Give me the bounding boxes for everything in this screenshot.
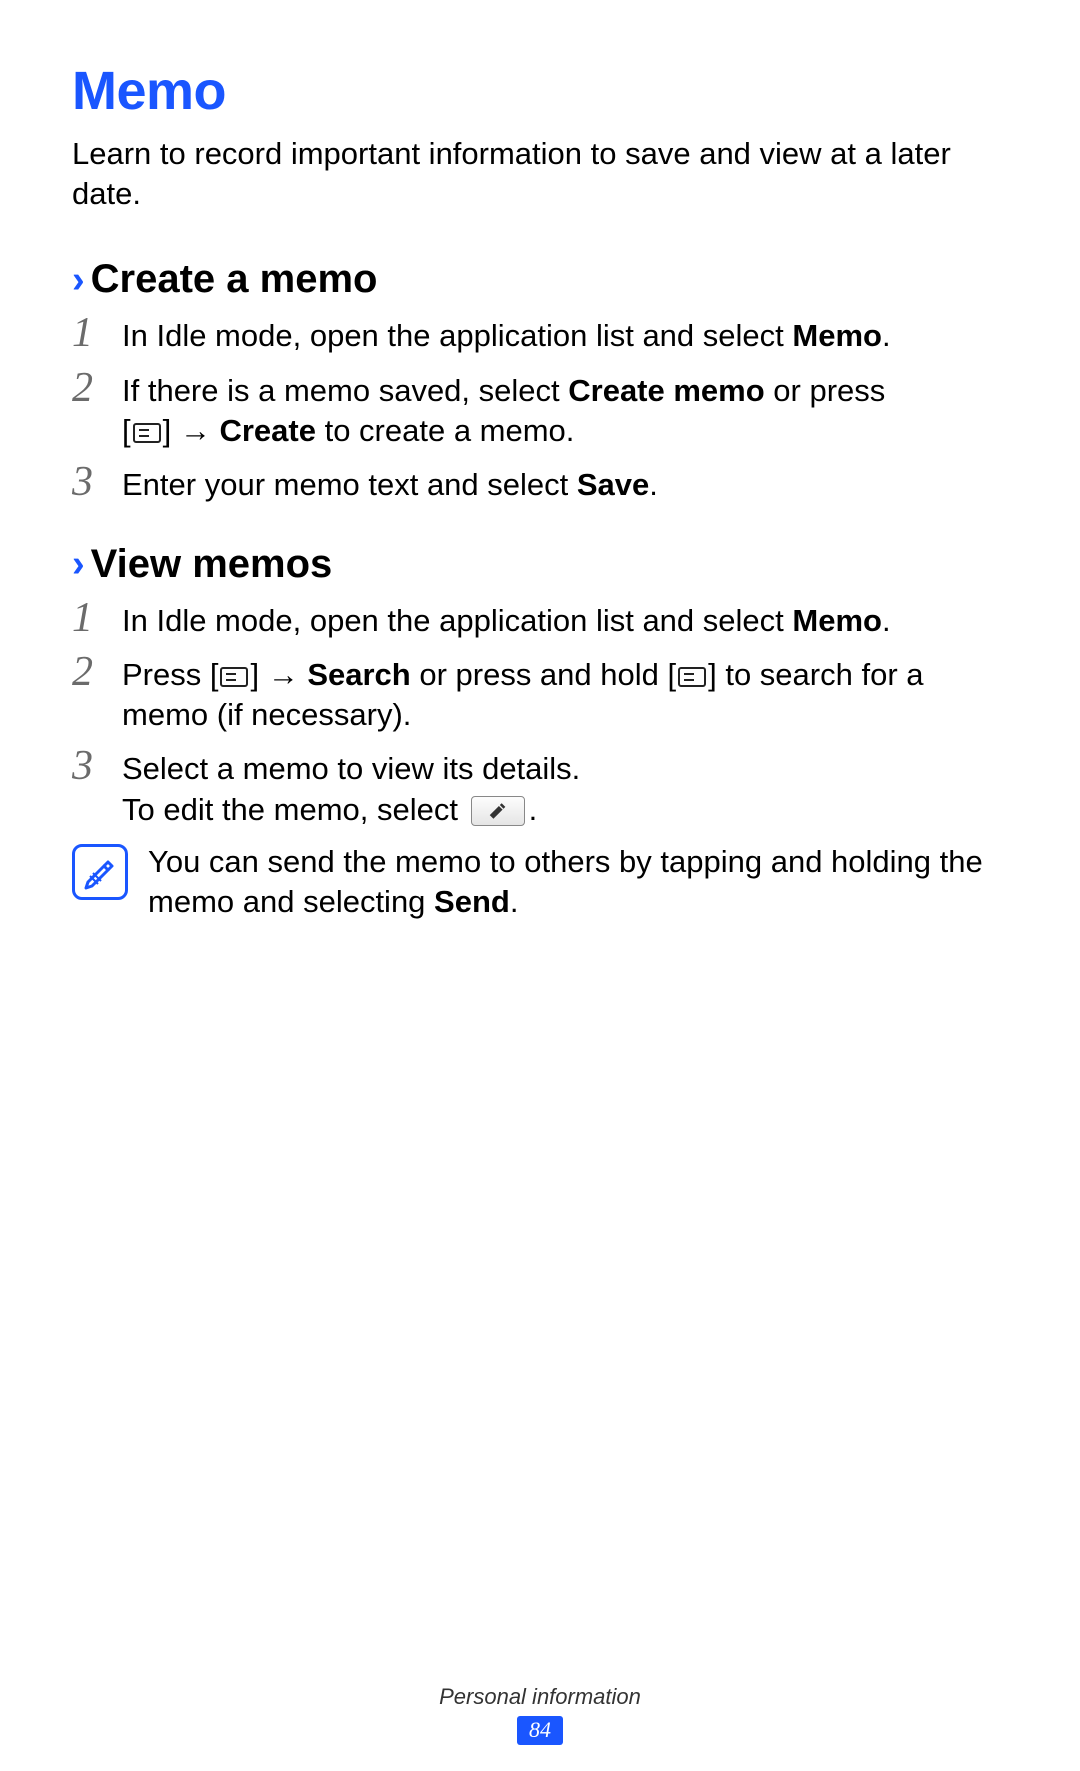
note-text: You can send the memo to others by tappi… — [148, 842, 1008, 923]
step-text: Select a memo to view its details. To ed… — [122, 745, 580, 830]
text-bold: Save — [577, 467, 649, 502]
text-bold: Memo — [792, 603, 882, 638]
menu-icon — [133, 423, 161, 443]
section-heading-create: › Create a memo — [72, 257, 1008, 302]
step-text: If there is a memo saved, select Create … — [122, 367, 885, 452]
page-number: 84 — [517, 1716, 563, 1745]
step-text: Enter your memo text and select Save. — [122, 461, 658, 505]
text: Enter your memo text and select — [122, 467, 577, 502]
step-text: In Idle mode, open the application list … — [122, 312, 891, 356]
step-number: 3 — [72, 461, 104, 503]
manual-page: Memo Learn to record important informati… — [0, 0, 1080, 1771]
page-footer: Personal information 84 — [0, 1684, 1080, 1745]
footer-section-label: Personal information — [0, 1684, 1080, 1710]
text: . — [510, 884, 519, 919]
text: Press [ — [122, 657, 218, 692]
step-number: 2 — [72, 651, 104, 693]
text: ] → — [163, 413, 220, 448]
step-number: 3 — [72, 745, 104, 787]
step-text: Press [] → Search or press and hold [] t… — [122, 651, 1008, 736]
step: 3 Enter your memo text and select Save. — [72, 461, 1008, 505]
section-heading-label: View memos — [91, 542, 333, 587]
step: 2 Press [] → Search or press and hold []… — [72, 651, 1008, 736]
text-bold: Memo — [792, 318, 882, 353]
menu-icon — [678, 667, 706, 687]
text-bold: Create — [219, 413, 316, 448]
edit-icon — [471, 796, 525, 826]
step: 1 In Idle mode, open the application lis… — [72, 597, 1008, 641]
section-heading-view: › View memos — [72, 542, 1008, 587]
text: If there is a memo saved, select — [122, 373, 568, 408]
text: or press — [765, 373, 886, 408]
text: In Idle mode, open the application list … — [122, 603, 792, 638]
step: 2 If there is a memo saved, select Creat… — [72, 367, 1008, 452]
text: . — [529, 792, 538, 827]
text-bold: Search — [307, 657, 410, 692]
note: You can send the memo to others by tappi… — [72, 842, 1008, 923]
intro-text: Learn to record important information to… — [72, 134, 1008, 213]
text: Select a memo to view its details. — [122, 751, 580, 786]
section-heading-label: Create a memo — [91, 257, 378, 302]
text: . — [882, 318, 891, 353]
text: to create a memo. — [316, 413, 574, 448]
text: [ — [122, 413, 131, 448]
step-text: In Idle mode, open the application list … — [122, 597, 891, 641]
chevron-icon: › — [72, 261, 85, 299]
view-steps: 1 In Idle mode, open the application lis… — [72, 597, 1008, 830]
note-icon — [72, 844, 128, 900]
menu-icon — [220, 667, 248, 687]
step-number: 1 — [72, 597, 104, 639]
step: 3 Select a memo to view its details. To … — [72, 745, 1008, 830]
step: 1 In Idle mode, open the application lis… — [72, 312, 1008, 356]
page-title: Memo — [72, 60, 1008, 122]
text: To edit the memo, select — [122, 792, 467, 827]
chevron-icon: › — [72, 545, 85, 583]
text: or press and hold [ — [411, 657, 676, 692]
text: . — [882, 603, 891, 638]
text: ] → — [250, 657, 307, 692]
create-steps: 1 In Idle mode, open the application lis… — [72, 312, 1008, 505]
text: . — [649, 467, 658, 502]
text: In Idle mode, open the application list … — [122, 318, 792, 353]
text-bold: Create memo — [568, 373, 764, 408]
text: You can send the memo to others by tappi… — [148, 844, 983, 919]
text-bold: Send — [434, 884, 510, 919]
step-number: 1 — [72, 312, 104, 354]
step-number: 2 — [72, 367, 104, 409]
